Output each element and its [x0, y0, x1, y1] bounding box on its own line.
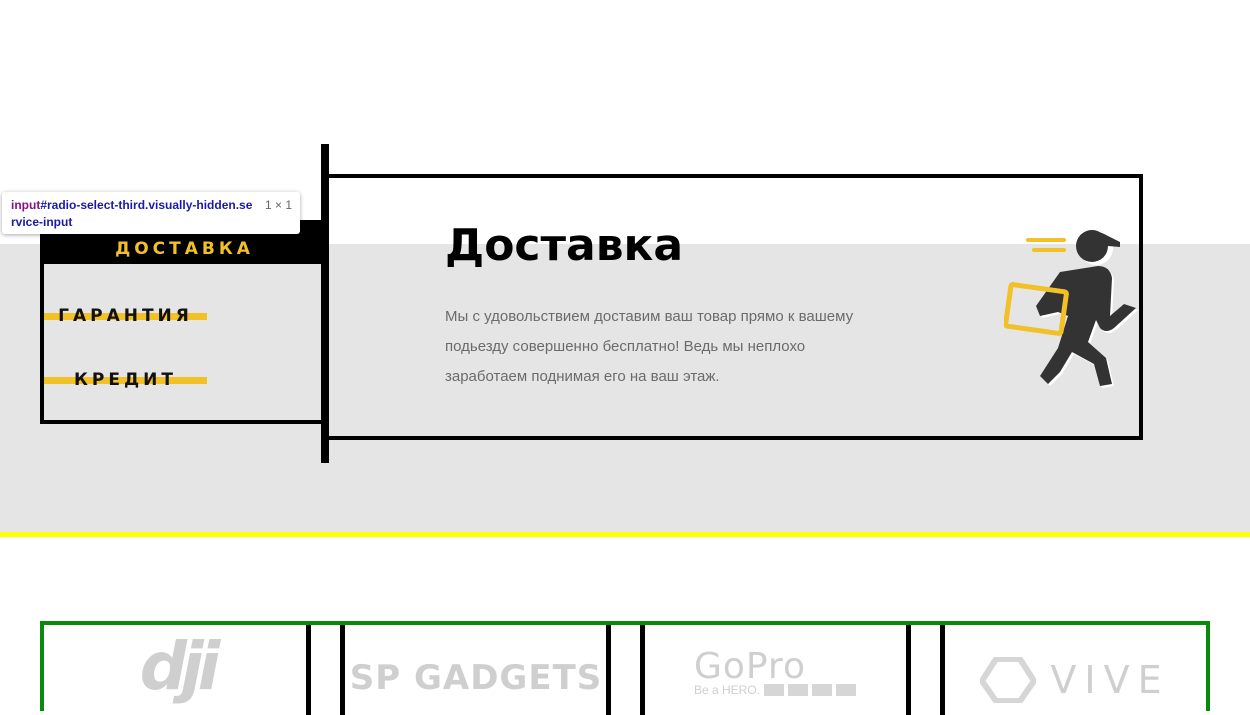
panel-text: Мы с удовольствием доставим ваш товар пр…: [445, 308, 854, 385]
delivery-panel: Доставка Мы с удовольствием доставим ваш…: [325, 174, 1143, 440]
panel-title: Доставка: [445, 220, 684, 271]
tab-label: ДОСТАВКА: [115, 239, 254, 259]
gopro-tagline: Be a HERO.: [693, 683, 857, 697]
tab-credit[interactable]: КРЕДИТ: [44, 366, 325, 394]
gopro-wordmark: GoPro: [693, 646, 807, 687]
brand-logo-vive: VIVE: [980, 657, 1169, 703]
brand-logo-sp-gadgets: SP GADGETS: [349, 658, 603, 698]
yellow-divider: [0, 532, 1250, 537]
vive-mark-icon: [980, 657, 1037, 703]
tooltip-tag: input: [11, 198, 41, 212]
brand-logo-dji: dji: [139, 628, 220, 705]
gopro-tagline-text: Be a HERO.: [693, 683, 761, 697]
service-tabs: ДОСТАВКА ГАРАНТИЯ КРЕДИТ: [40, 220, 325, 424]
brands-strip: dji SP GADGETS GoPro Be a HERO. VIVE: [40, 621, 1210, 715]
tab-label: ГАРАНТИЯ: [58, 306, 193, 326]
tab-label: КРЕДИТ: [74, 370, 177, 390]
tooltip-selector: input#radio-select-third.visually-hidden…: [11, 197, 253, 231]
brand-logo-gopro: GoPro Be a HERO.: [693, 646, 857, 697]
tab-warranty[interactable]: ГАРАНТИЯ: [44, 302, 325, 330]
tooltip-selector-text: #radio-select-third.visually-hidden.serv…: [11, 198, 253, 229]
tooltip-dimensions: 1 × 1: [264, 198, 292, 212]
courier-running-icon: [1004, 230, 1138, 388]
vive-wordmark: VIVE: [1050, 658, 1170, 702]
devtools-inspect-tooltip: input#radio-select-third.visually-hidden…: [2, 192, 300, 234]
